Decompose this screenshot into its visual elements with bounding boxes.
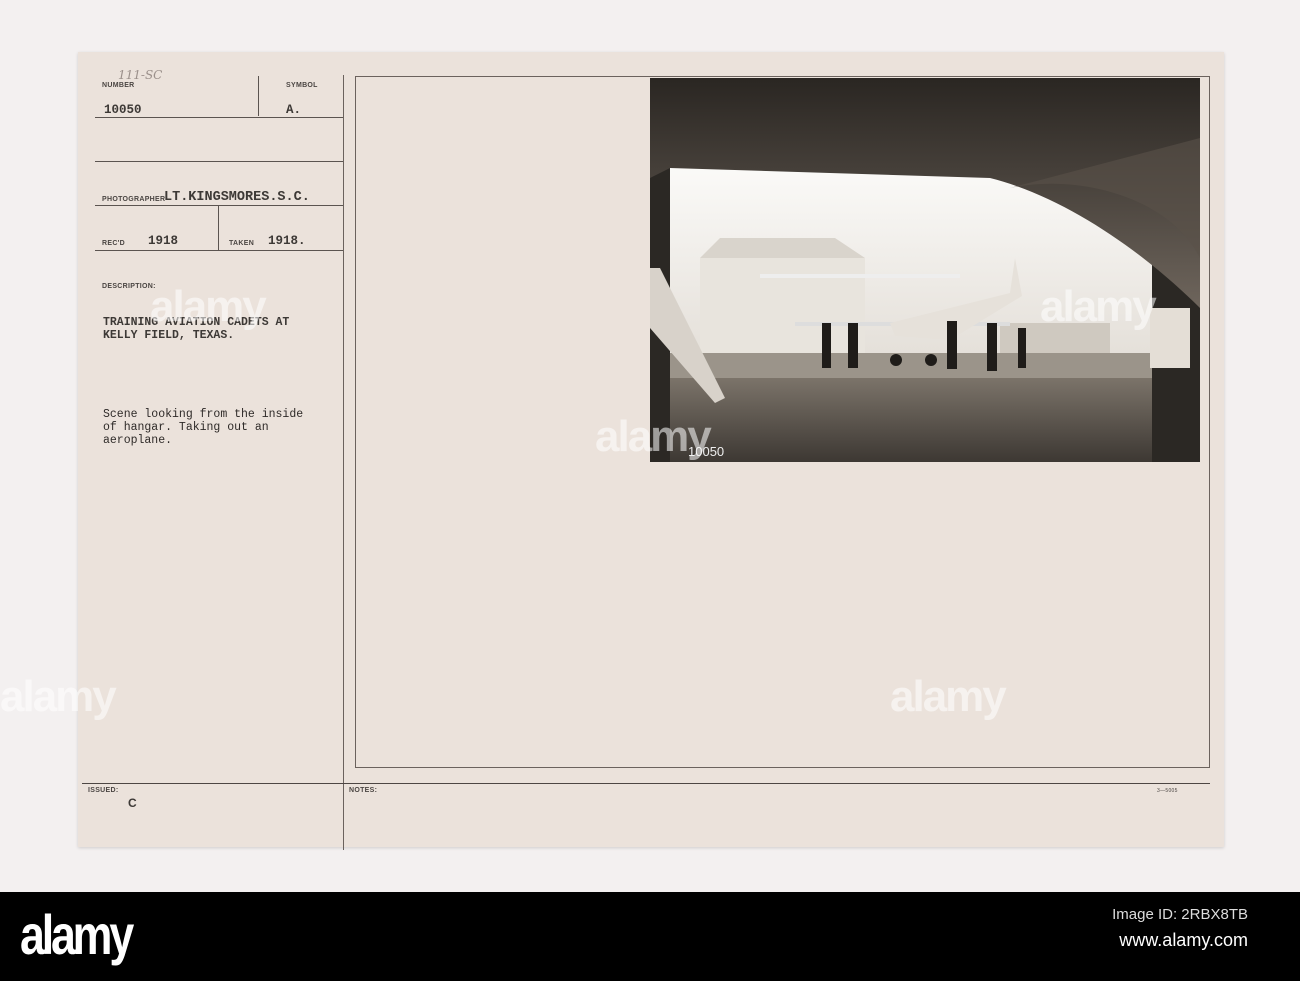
number-value: 10050: [104, 103, 142, 117]
watermark: alamy: [890, 672, 1007, 721]
divider: [218, 205, 219, 250]
photographer-value: LT.KINGSMORES.S.C.: [164, 190, 310, 205]
caption-line: Scene looking from the inside: [103, 408, 304, 421]
image-id: Image ID: 2RBX8TB: [1112, 906, 1248, 923]
number-label: NUMBER: [102, 82, 135, 89]
divider: [95, 250, 343, 251]
caption-line: of hangar. Taking out an: [103, 421, 269, 434]
divider: [95, 161, 343, 162]
recd-value: 1918: [148, 234, 179, 248]
watermark: alamy: [150, 282, 267, 331]
photo-illustration: 10050: [650, 78, 1200, 462]
divider: [82, 783, 1210, 784]
watermark: alamy: [0, 672, 117, 721]
taken-value: 1918.: [268, 234, 306, 248]
stock-footer: alamy Image ID: 2RBX8TB www.alamy.com: [0, 892, 1300, 981]
hangar-photograph: 10050: [650, 78, 1200, 462]
symbol-value: A.: [286, 103, 302, 117]
recd-label: REC'D: [102, 240, 125, 247]
photographer-label: PHOTOGRAPHER: [102, 196, 166, 203]
notes-label: NOTES:: [349, 787, 378, 794]
watermark: alamy: [595, 412, 712, 461]
taken-label: TAKEN: [229, 240, 255, 247]
caption-line: aeroplane.: [103, 434, 173, 447]
alamy-url[interactable]: www.alamy.com: [1119, 930, 1248, 951]
watermark: alamy: [1040, 282, 1157, 331]
form-number: 3—5005: [1157, 788, 1178, 794]
issued-label: ISSUED:: [88, 787, 119, 794]
alamy-logo: alamy: [20, 903, 134, 966]
issued-value: C: [128, 796, 137, 810]
symbol-label: SYMBOL: [286, 82, 318, 89]
description-label: DESCRIPTION:: [102, 283, 156, 290]
divider: [95, 205, 343, 206]
divider: [95, 117, 343, 118]
divider: [258, 76, 259, 116]
handwritten-reference: 111-SC: [118, 68, 163, 82]
column-divider: [343, 75, 344, 850]
description-caption: Scene looking from the inside of hangar. …: [103, 408, 303, 447]
